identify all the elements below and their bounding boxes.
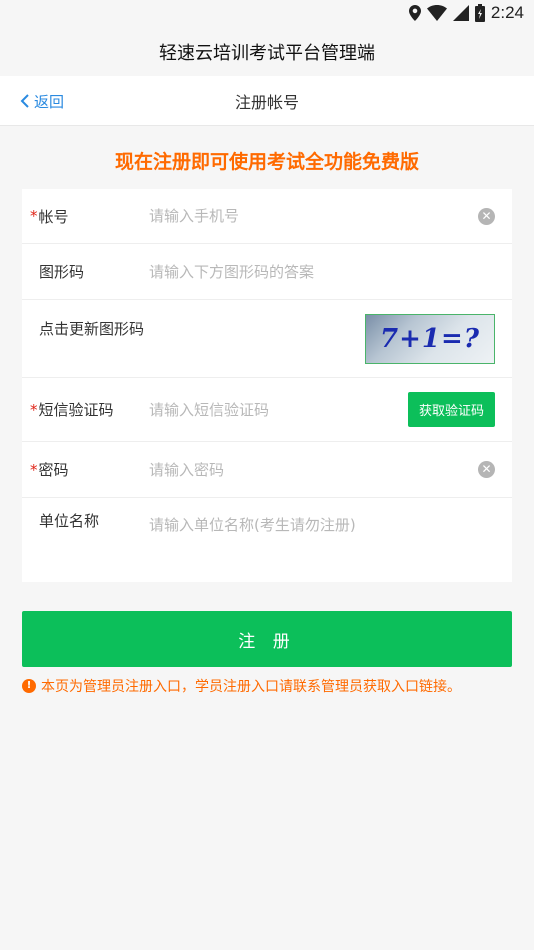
back-label: 返回 [34, 92, 65, 111]
required-mark: * [30, 460, 38, 479]
chevron-left-icon [20, 94, 29, 108]
admin-notice: ! 本页为管理员注册入口，学员注册入口请联系管理员获取入口链接。 [22, 676, 527, 696]
account-row: * 帐号 ✕ [22, 189, 512, 244]
password-row: * 密码 ✕ [22, 442, 512, 498]
clear-icon[interactable]: ✕ [478, 461, 495, 478]
battery-icon [474, 4, 485, 22]
app-title: 轻速云培训考试平台管理端 [159, 43, 375, 64]
password-input[interactable] [149, 454, 478, 485]
captcha-answer-input[interactable] [149, 256, 512, 287]
location-icon [408, 5, 421, 21]
account-label: * 帐号 [30, 207, 69, 226]
captcha-answer-label: 图形码 [39, 263, 85, 281]
captcha-refresh-label[interactable]: 点击更新图形码 [22, 300, 144, 339]
status-bar: 2:24 [0, 0, 534, 28]
clear-icon[interactable]: ✕ [478, 207, 495, 225]
org-label: 单位名称 [39, 512, 100, 530]
account-input[interactable] [149, 201, 478, 231]
info-icon: ! [22, 679, 36, 693]
back-button[interactable]: 返回 [20, 76, 64, 126]
captcha-answer-row: 图形码 [22, 244, 512, 300]
captcha-refresh-row: 点击更新图形码 7+1=? [22, 300, 512, 378]
password-label: * 密码 [30, 460, 69, 480]
promo-banner: 现在注册即可使用考试全功能免费版 [114, 151, 419, 173]
register-button[interactable]: 注 册 [22, 611, 512, 667]
captcha-image[interactable]: 7+1=? [365, 314, 495, 364]
captcha-text: 7+1=? [380, 324, 480, 354]
app-header: 轻速云培训考试平台管理端 [0, 28, 534, 76]
org-row: 单位名称 [22, 498, 512, 582]
register-form: * 帐号 ✕ 图形码 点击更新图形码 7+1=? * 短信验证码 获取验证码 *… [22, 189, 512, 582]
required-mark: * [30, 400, 38, 419]
status-time: 2:24 [490, 3, 524, 22]
sms-code-input[interactable] [149, 394, 408, 425]
required-mark: * [30, 207, 38, 225]
sms-label: * 短信验证码 [30, 400, 114, 420]
signal-icon [452, 5, 469, 21]
notice-text: 本页为管理员注册入口，学员注册入口请联系管理员获取入口链接。 [41, 679, 461, 695]
page-title: 注册帐号 [234, 92, 299, 112]
nav-bar: 返回 注册帐号 [0, 76, 534, 126]
sms-row: * 短信验证码 获取验证码 [22, 378, 512, 442]
wifi-icon [426, 5, 447, 21]
org-input[interactable] [149, 510, 512, 540]
get-sms-code-button[interactable]: 获取验证码 [408, 392, 495, 427]
